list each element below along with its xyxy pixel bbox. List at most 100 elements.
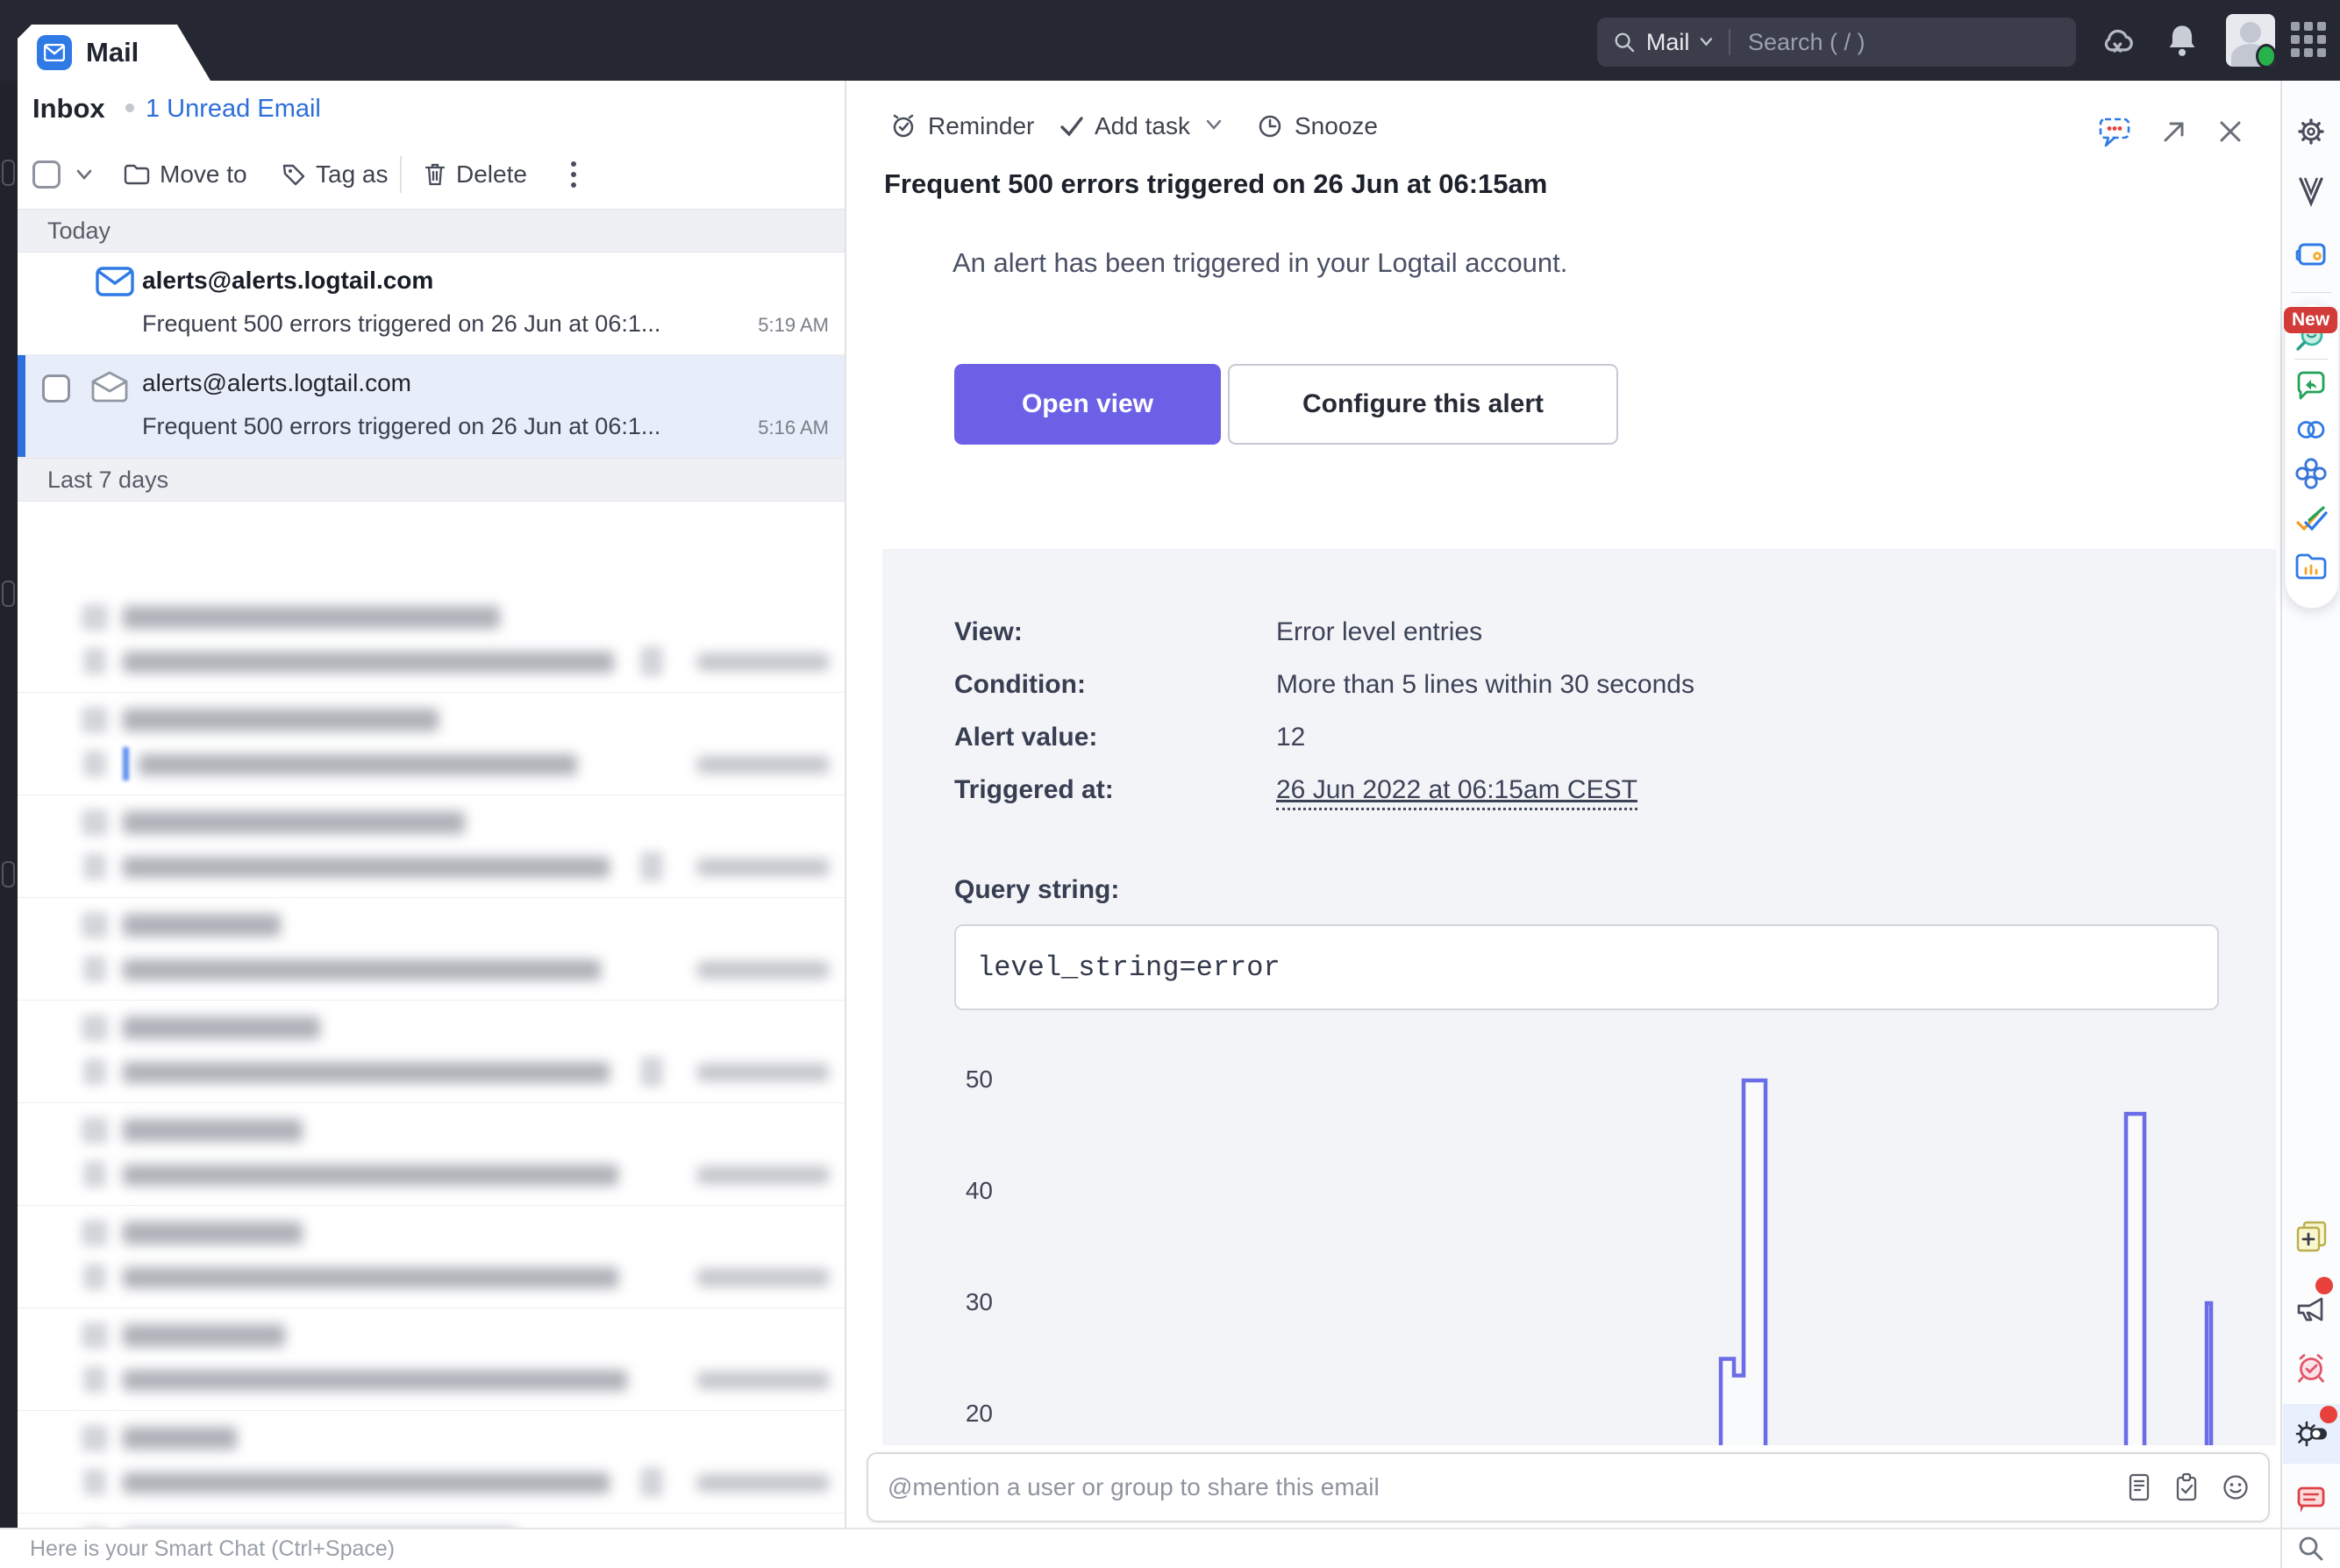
rail-mini-divider	[2294, 359, 2328, 360]
tab-mail[interactable]: Mail	[18, 25, 210, 81]
email-row-selected[interactable]: alerts@alerts.logtail.com Frequent 500 e…	[18, 355, 845, 458]
folder-title: Inbox	[32, 93, 105, 124]
tab-mail-label: Mail	[86, 37, 139, 68]
announcement-badge-dot	[2315, 1277, 2333, 1294]
list-toolbar: Move to Tag as Delete	[18, 140, 845, 209]
note-template-icon[interactable]	[2126, 1472, 2152, 1502]
strip-handle	[2, 861, 15, 887]
bottom-search-cell[interactable]	[2280, 1528, 2340, 1568]
email-checkbox[interactable]	[42, 374, 70, 403]
search-input[interactable]	[1746, 27, 2060, 57]
snooze-label: Snooze	[1295, 112, 1378, 139]
open-view-button[interactable]: Open view	[954, 364, 1221, 445]
blurred-email-row[interactable]	[18, 1206, 845, 1308]
search-icon	[1615, 32, 1635, 53]
share-mention-bar[interactable]	[867, 1452, 2270, 1522]
section-header-last7days: Last 7 days	[18, 458, 845, 502]
search-separator	[1729, 29, 1730, 55]
apps-grid-icon[interactable]	[2291, 22, 2331, 62]
feedback-chat-icon[interactable]	[2294, 1482, 2329, 1517]
check-icon	[1060, 117, 1083, 137]
settings-gear-icon[interactable]	[2294, 114, 2329, 149]
strip-handle	[2, 160, 15, 186]
blurred-email-row[interactable]	[18, 1514, 845, 1528]
email-body-intro: An alert has been triggered in your Logt…	[952, 247, 1568, 278]
section-label: Today	[47, 217, 111, 244]
close-icon[interactable]	[2215, 116, 2246, 147]
mention-input[interactable]	[886, 1472, 2126, 1502]
add-task-button[interactable]: Add task	[1059, 112, 1190, 140]
blurred-email-row[interactable]	[18, 1103, 845, 1206]
sticky-notes-icon[interactable]	[2294, 1219, 2329, 1254]
mail-app-icon	[37, 35, 72, 70]
vault-paperclip-icon[interactable]	[2294, 174, 2329, 209]
snooze-button[interactable]: Snooze	[1256, 112, 1378, 140]
announcements-megaphone-icon[interactable]	[2294, 1291, 2329, 1326]
select-dropdown-chevron-icon[interactable]	[75, 168, 93, 181]
delete-button[interactable]: Delete	[423, 160, 527, 189]
error-frequency-chart: 50 40 30 20	[882, 549, 2276, 1445]
cliq-chat-icon[interactable]	[2294, 368, 2329, 403]
user-avatar[interactable]	[2226, 14, 2275, 67]
blurred-email-row[interactable]	[18, 795, 845, 898]
chevron-down-icon[interactable]	[1700, 37, 1713, 47]
top-bar: Mail Mail	[0, 0, 2340, 81]
move-to-button[interactable]: Move to	[123, 160, 247, 189]
dot-separator	[125, 103, 134, 112]
comments-icon[interactable]	[2097, 114, 2132, 149]
app-window: Mail Mail Search (/) Inbox 1 Unread Em…	[0, 0, 2340, 1568]
alert-detail-panel: View: Error level entries Condition: Mor…	[882, 549, 2276, 1445]
selected-indicator	[18, 355, 25, 457]
email-subject-title: Frequent 500 errors triggered on 26 Jun …	[884, 168, 1548, 199]
task-clipboard-icon[interactable]	[2173, 1472, 2200, 1502]
cloud-sync-icon[interactable]	[2098, 21, 2138, 60]
blurred-email-rows[interactable]	[18, 590, 845, 1528]
email-time: 5:16 AM	[758, 417, 829, 438]
smart-chat-bar[interactable]: Here is your Smart Chat (Ctrl+Space)	[0, 1528, 2280, 1568]
theme-badge-dot	[2320, 1406, 2337, 1423]
move-to-label: Move to	[160, 160, 247, 188]
blurred-email-row[interactable]	[18, 898, 845, 1001]
list-header: Inbox 1 Unread Email	[18, 81, 845, 140]
email-row-unread[interactable]: alerts@alerts.logtail.com Frequent 500 e…	[18, 253, 845, 355]
blurred-email-row[interactable]	[18, 1308, 845, 1411]
double-check-icon[interactable]	[2294, 502, 2329, 537]
reminders-alarm-icon[interactable]	[2294, 1351, 2329, 1386]
reminder-button[interactable]: Reminder	[889, 112, 1034, 140]
chart-canvas	[1718, 1078, 2214, 1445]
section-label: Last 7 days	[47, 466, 169, 493]
add-task-chevron-icon[interactable]	[1206, 119, 1222, 130]
folder-icon	[124, 164, 150, 185]
expand-icon[interactable]	[2158, 116, 2190, 147]
search-icon	[2299, 1536, 2323, 1561]
workdrive-folder-icon[interactable]	[2294, 549, 2329, 584]
clock-icon	[1259, 115, 1281, 138]
emoji-smiley-icon[interactable]	[2221, 1472, 2251, 1502]
add-task-label: Add task	[1095, 112, 1190, 139]
extensions-knot-icon[interactable]	[2294, 456, 2329, 491]
trash-icon	[424, 163, 446, 186]
configure-alert-button[interactable]: Configure this alert	[1228, 364, 1618, 445]
search-scope-select[interactable]: Mail	[1646, 29, 1690, 56]
wallet-icon[interactable]	[2294, 237, 2329, 272]
more-options-icon[interactable]	[570, 160, 577, 189]
blurred-email-row[interactable]	[18, 693, 845, 795]
toolbar-divider	[400, 156, 402, 193]
unread-filter-link[interactable]: 1 Unread Email	[146, 95, 321, 124]
email-sender: alerts@alerts.logtail.com	[142, 369, 411, 396]
unread-envelope-icon	[96, 267, 134, 296]
linked-rings-icon[interactable]	[2294, 412, 2329, 447]
global-search[interactable]: Mail	[1597, 18, 2076, 67]
email-subject: Frequent 500 errors triggered on 26 Jun …	[142, 310, 661, 337]
collapsed-folder-strip[interactable]	[0, 81, 18, 1528]
delete-label: Delete	[456, 160, 527, 188]
theme-toggle-cell[interactable]	[2283, 1404, 2340, 1464]
avatar-silhouette	[2240, 22, 2261, 43]
select-all-checkbox[interactable]	[32, 160, 61, 189]
tag-as-button[interactable]: Tag as	[281, 160, 389, 189]
notifications-bell-icon[interactable]	[2163, 21, 2201, 61]
blurred-email-row[interactable]	[18, 1001, 845, 1103]
email-list-pane: Inbox 1 Unread Email Move to Tag as Dele…	[18, 81, 846, 1528]
blurred-email-row[interactable]	[18, 1411, 845, 1514]
blurred-email-row[interactable]	[18, 590, 845, 693]
